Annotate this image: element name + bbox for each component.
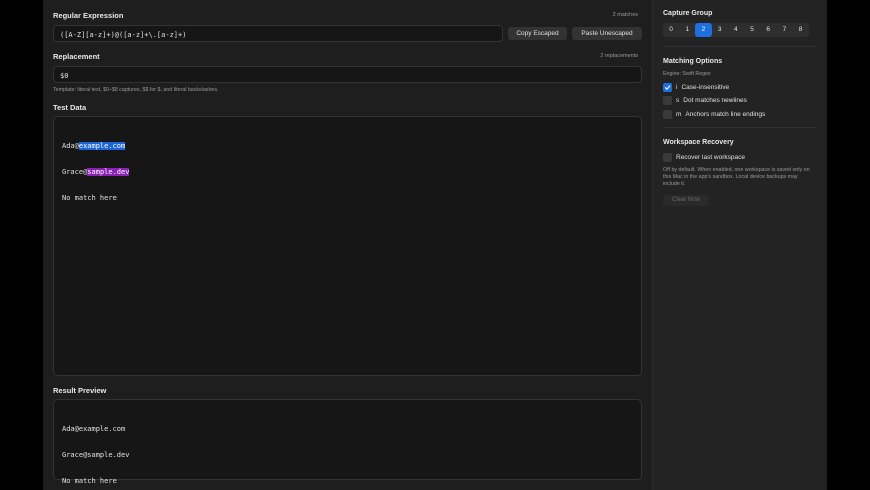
flag-letter: i bbox=[676, 83, 678, 91]
test-line: Ada@example.com bbox=[62, 141, 126, 150]
result-line: No match here bbox=[62, 477, 117, 486]
capture-group-0[interactable]: 0 bbox=[663, 23, 679, 37]
capture-group-2[interactable]: 2 bbox=[695, 23, 712, 37]
replacement-count: 2 replacements bbox=[600, 53, 638, 59]
test-line: No match here bbox=[62, 194, 117, 203]
test-data-label: Test Data bbox=[53, 103, 87, 112]
match-count: 2 matches bbox=[612, 12, 638, 18]
app-window: Regular Expression 2 matches ([A-Z][a-z]… bbox=[43, 0, 827, 490]
match-highlight: example.com bbox=[78, 141, 126, 150]
option-label: Dot matches newlines bbox=[683, 96, 747, 104]
copy-escaped-button[interactable]: Copy Escaped bbox=[508, 27, 567, 40]
option-label: Recover last workspace bbox=[676, 153, 745, 161]
flag-letter: m bbox=[676, 110, 682, 118]
checkbox[interactable] bbox=[663, 109, 672, 119]
engine-label: Engine: Swift Regex bbox=[663, 71, 711, 77]
result-line: Grace@sample.dev bbox=[62, 450, 130, 459]
main-panel: Regular Expression 2 matches ([A-Z][a-z]… bbox=[43, 0, 650, 490]
replacement-value: $0 bbox=[60, 72, 69, 80]
capture-group-3[interactable]: 3 bbox=[712, 23, 728, 37]
capture-group-7[interactable]: 7 bbox=[776, 23, 792, 37]
capture-group-1[interactable]: 1 bbox=[679, 23, 695, 37]
result-preview-label: Result Preview bbox=[53, 386, 107, 395]
capture-group-8[interactable]: 8 bbox=[793, 23, 809, 37]
matching-options-title: Matching Options bbox=[663, 58, 723, 65]
divider bbox=[663, 127, 817, 128]
capture-group-title: Capture Group bbox=[663, 10, 713, 17]
option-label: Case-insensitive bbox=[681, 83, 730, 91]
replacement-hint: Template: literal text, $0–$8 captures, … bbox=[53, 87, 219, 93]
checkmark-icon bbox=[664, 84, 671, 90]
recovery-description: Off by default. When enabled, one worksp… bbox=[663, 167, 810, 187]
replacement-label: Replacement bbox=[53, 52, 100, 61]
result-preview: Ada@example.com Grace@sample.dev No matc… bbox=[53, 399, 642, 485]
workspace-recovery-title: Workspace Recovery bbox=[663, 139, 734, 146]
match-highlight: sample.dev bbox=[87, 167, 130, 176]
option-recover-last-workspace[interactable]: Recover last workspace bbox=[663, 152, 745, 162]
result-line: Ada@example.com bbox=[62, 424, 126, 433]
checkbox[interactable] bbox=[663, 152, 672, 162]
checkbox-checked[interactable] bbox=[663, 82, 672, 92]
option-case-insensitive[interactable]: i Case-insensitive bbox=[663, 82, 729, 92]
test-line: Grace@sample.dev bbox=[62, 167, 130, 176]
replacement-input[interactable]: $0 bbox=[53, 66, 642, 83]
capture-group-5[interactable]: 5 bbox=[744, 23, 760, 37]
test-data-text: Ada@example.com Grace@sample.dev No matc… bbox=[62, 124, 130, 221]
capture-group-selector: 0 1 2 3 4 5 6 7 8 bbox=[663, 23, 809, 37]
regex-pattern: ([A-Z][a-z]+)@([a-z]+\.[a-z]+) bbox=[60, 31, 187, 39]
regex-label: Regular Expression bbox=[53, 11, 124, 20]
test-data-editor[interactable]: Ada@example.com Grace@sample.dev No matc… bbox=[53, 116, 642, 376]
divider bbox=[663, 46, 817, 47]
capture-group-6[interactable]: 6 bbox=[760, 23, 776, 37]
option-dot-matches-newlines[interactable]: s Dot matches newlines bbox=[663, 95, 747, 105]
paste-unescaped-button[interactable]: Paste Unescaped bbox=[572, 27, 642, 40]
result-text: Ada@example.com Grace@sample.dev No matc… bbox=[62, 407, 129, 490]
regex-input[interactable]: ([A-Z][a-z]+)@([a-z]+\.[a-z]+) bbox=[53, 25, 503, 42]
clear-now-button[interactable]: Clear Now bbox=[663, 195, 709, 206]
flag-letter: s bbox=[676, 96, 680, 104]
option-anchors-match-line-endings[interactable]: m Anchors match line endings bbox=[663, 109, 765, 119]
option-label: Anchors match line endings bbox=[685, 110, 766, 118]
capture-group-4[interactable]: 4 bbox=[728, 23, 744, 37]
checkbox[interactable] bbox=[663, 95, 672, 105]
sidebar: Capture Group 0 1 2 3 4 5 6 7 8 Matching… bbox=[652, 0, 827, 490]
